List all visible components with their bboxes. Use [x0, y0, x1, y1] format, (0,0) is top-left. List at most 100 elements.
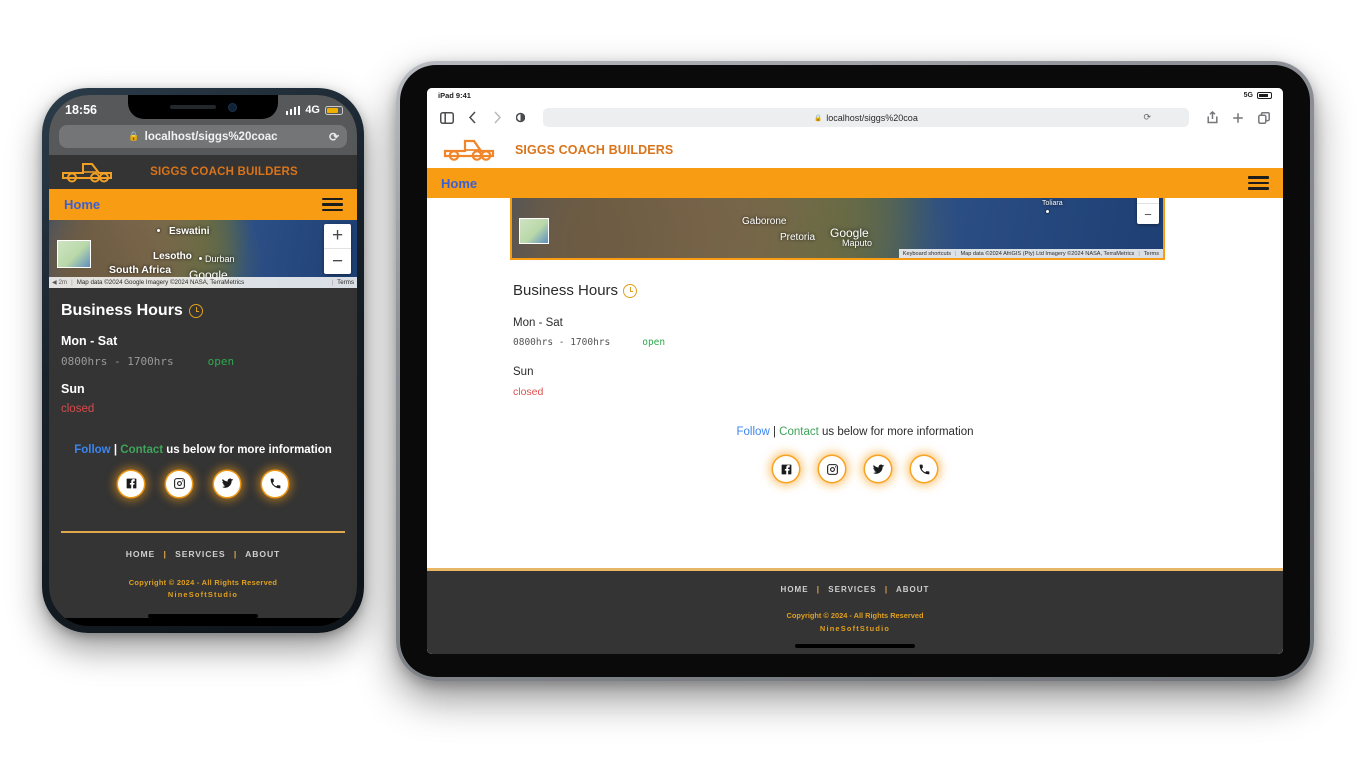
weekday-label: Mon - Sat	[61, 334, 118, 348]
phone-site-header: SIGGS COACH BUILDERS	[49, 155, 357, 189]
back-arrow-icon[interactable]	[468, 111, 478, 124]
tablet-business-hours-section: Business Hours Mon - Sat 0800hrs - 1700h…	[427, 260, 1283, 482]
reload-icon[interactable]: ⟳	[329, 130, 339, 144]
tablet-map-frame[interactable]: Gaborone Pretoria Maputo Toliara Google …	[510, 198, 1165, 260]
map-terms-link[interactable]: Terms	[1144, 251, 1159, 257]
phone-icon[interactable]	[911, 456, 937, 482]
map-zoom-in-button[interactable]: +	[324, 224, 351, 249]
contact-link[interactable]: Contact	[779, 426, 819, 438]
follow-divider: |	[113, 444, 118, 456]
battery-icon	[325, 105, 343, 115]
footer-copyright: Copyright © 2024 - All Rights Reserved N…	[427, 610, 1283, 636]
brand-title: SIGGS COACH BUILDERS	[515, 143, 674, 157]
map-terms-link[interactable]: Terms	[337, 279, 354, 286]
forward-arrow-icon[interactable]	[492, 111, 502, 124]
tabs-overview-icon[interactable]	[1258, 111, 1270, 124]
footer-separator: |	[884, 585, 889, 595]
brand-title: SIGGS COACH BUILDERS	[150, 166, 298, 178]
follow-divider: |	[772, 426, 776, 438]
footer-link-about[interactable]: ABOUT	[896, 585, 929, 594]
network-type-label: 5G	[1243, 92, 1253, 99]
tablet-device-mockup: iPad 9:41 5G 🔒 localhost/siggs%20coa ⟳ S…	[396, 61, 1314, 681]
map-minimap-thumbnail[interactable]	[519, 218, 549, 244]
map-zoom-out-button[interactable]: −	[324, 249, 351, 274]
hamburger-menu-icon[interactable]	[1248, 176, 1269, 190]
map-zoom-controls[interactable]: + −	[324, 224, 351, 274]
home-indicator	[795, 644, 915, 648]
share-icon[interactable]	[1207, 111, 1218, 124]
map-keyboard-shortcuts-link[interactable]: Keyboard shortcuts	[903, 251, 951, 257]
map-attribution-text: Map data ©2024 AfriGIS (Pty) Ltd Imagery…	[960, 250, 1135, 257]
weekday-hours-row: 0800hrs - 1700hrs open	[61, 355, 345, 368]
lock-icon: 🔒	[814, 114, 823, 122]
footer-link-home[interactable]: HOME	[781, 585, 809, 594]
tablet-screen: iPad 9:41 5G 🔒 localhost/siggs%20coa ⟳ S…	[427, 88, 1283, 654]
follow-link[interactable]: Follow	[737, 426, 770, 438]
battery-icon	[1257, 91, 1272, 100]
nav-item-home[interactable]: Home	[64, 197, 100, 212]
tablet-address-bar[interactable]: 🔒 localhost/siggs%20coa ⟳	[543, 108, 1189, 127]
instagram-icon[interactable]	[166, 470, 192, 497]
tablet-map[interactable]: Gaborone Pretoria Maputo Toliara Google …	[512, 198, 1163, 258]
nav-item-home[interactable]: Home	[441, 176, 477, 191]
copyright-text: Copyright © 2024 - All Rights Reserved	[128, 577, 278, 587]
hamburger-menu-icon[interactable]	[322, 197, 343, 212]
twitter-icon[interactable]	[865, 456, 891, 482]
weekday-hours-value: 0800hrs - 1700hrs	[61, 355, 174, 368]
home-indicator	[148, 613, 258, 618]
footer-link-about[interactable]: ABOUT	[245, 549, 280, 559]
tablet-status-right: 5G	[1243, 91, 1272, 100]
phone-map[interactable]: Eswatini Lesotho Durban South Africa Goo…	[49, 220, 357, 288]
tablet-page-content: Gaborone Pretoria Maputo Toliara Google …	[427, 198, 1283, 654]
follow-rest-text: us below for more information	[822, 426, 974, 438]
weekday-label: Mon - Sat	[513, 317, 563, 329]
front-camera-icon	[227, 102, 237, 112]
instagram-icon[interactable]	[819, 456, 845, 482]
footer-link-services[interactable]: SERVICES	[828, 585, 876, 594]
footer-separator: |	[816, 585, 821, 595]
business-hours-heading: Business Hours	[61, 302, 345, 320]
footer-link-home[interactable]: HOME	[126, 549, 155, 559]
map-attribution-bar: ◀ 2m | Map data ©2024 Google Imagery ©202…	[49, 277, 357, 288]
map-zoom-controls[interactable]: + −	[1137, 198, 1159, 224]
map-place-label: South Africa	[109, 264, 172, 276]
new-tab-icon[interactable]	[1232, 112, 1244, 124]
contact-link[interactable]: Contact	[120, 444, 163, 456]
tablet-footer: HOME | SERVICES | ABOUT Copyright © 2024…	[427, 568, 1283, 654]
map-attribution-text: Map data ©2024 Google Imagery ©2024 NASA…	[76, 279, 245, 286]
map-zoom-out-button[interactable]: −	[1137, 204, 1159, 224]
closed-status-badge: closed	[61, 403, 95, 415]
phone-address-bar[interactable]: 🔒 localhost/siggs%20coac ⟳	[59, 125, 347, 148]
clock-icon	[623, 283, 638, 298]
studio-credit: NineSoftStudio	[819, 624, 891, 634]
screenshot-stage: 18:56 4G 🔒 localhost/siggs%20coac ⟳ SIGG…	[0, 0, 1366, 768]
tablet-status-bar: iPad 9:41 5G	[427, 88, 1283, 103]
map-attribution-bar: Keyboard shortcuts | Map data ©2024 Afri…	[898, 249, 1163, 258]
reader-view-icon[interactable]	[516, 111, 525, 124]
open-status-badge: open	[642, 337, 666, 348]
footer-links: HOME | SERVICES | ABOUT	[61, 549, 345, 559]
follow-link[interactable]: Follow	[74, 444, 110, 456]
map-place-label: Eswatini	[169, 226, 210, 237]
footer-link-services[interactable]: SERVICES	[175, 549, 226, 559]
facebook-icon[interactable]	[773, 456, 799, 482]
follow-rest-text: us below for more information	[166, 444, 332, 456]
follow-contact-line: Follow | Contact us below for more infor…	[513, 426, 1197, 438]
map-place-label: Gaborone	[742, 216, 787, 227]
phone-clock-time: 18:56	[65, 103, 97, 117]
sidebar-toggle-icon[interactable]	[440, 111, 454, 124]
weekday-hours-row: 0800hrs - 1700hrs open	[513, 337, 1197, 348]
footer-separator: |	[163, 548, 167, 559]
map-minimap-thumbnail[interactable]	[57, 240, 91, 268]
footer-copyright: Copyright © 2024 - All Rights Reserved N…	[61, 577, 345, 602]
map-place-label: Durban	[205, 254, 235, 264]
facebook-icon[interactable]	[118, 470, 144, 497]
reload-icon[interactable]: ⟳	[1143, 112, 1151, 123]
tablet-map-row: Gaborone Pretoria Maputo Toliara Google …	[427, 198, 1283, 260]
phone-page-content: Business Hours Mon - Sat 0800hrs - 1700h…	[49, 288, 357, 618]
phone-icon[interactable]	[262, 470, 288, 497]
phone-notch	[128, 95, 278, 119]
twitter-icon[interactable]	[214, 470, 240, 497]
tablet-url-text: localhost/siggs%20coa	[826, 112, 918, 123]
